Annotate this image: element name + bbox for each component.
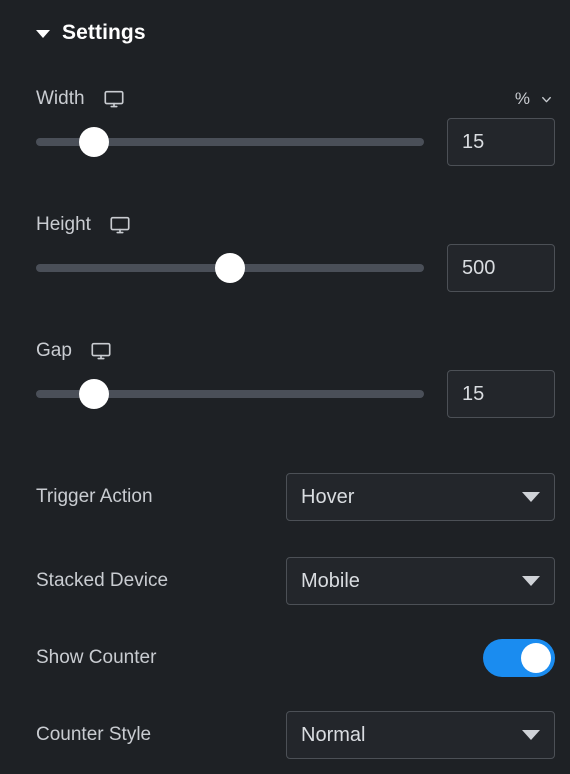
height-slider[interactable] [36,253,424,283]
desktop-monitor-icon[interactable] [90,340,112,362]
settings-panel: Settings Width % 15 Height 500 Gap 15 Tr… [0,0,570,774]
trigger-action-select[interactable]: Hover [286,473,555,521]
toggle-knob [521,643,551,673]
width-header: Width % [0,86,570,112]
gap-input[interactable]: 15 [447,370,555,418]
control-show-counter: Show Counter [0,636,570,680]
stacked-device-value: Mobile [301,569,360,592]
desktop-monitor-icon[interactable] [103,88,125,110]
gap-slider-row: 15 [0,364,570,424]
control-width: Width % 15 [0,86,570,172]
trigger-action-label: Trigger Action [36,486,153,507]
gap-slider[interactable] [36,379,424,409]
page-title: Settings [62,20,146,44]
width-slider[interactable] [36,127,424,157]
gap-slider-thumb[interactable] [79,379,110,409]
gap-label: Gap [36,340,72,361]
width-slider-thumb[interactable] [79,127,110,157]
trigger-action-value: Hover [301,485,355,508]
control-stacked-device: Stacked Device Mobile [0,557,570,605]
control-trigger-action: Trigger Action Hover [0,473,570,521]
settings-section-header[interactable]: Settings [0,0,570,52]
show-counter-label: Show Counter [36,647,157,668]
caret-down-icon [36,29,50,38]
stacked-device-label: Stacked Device [36,570,169,591]
caret-down-icon [522,492,540,502]
chevron-down-icon [539,92,554,107]
control-height: Height 500 [0,212,570,298]
width-unit-picker[interactable]: % [515,86,554,112]
stacked-device-select[interactable]: Mobile [286,557,555,605]
counter-style-value: Normal [301,723,366,746]
width-label: Width [36,88,85,109]
height-input[interactable]: 500 [447,244,555,292]
control-gap: Gap 15 [0,338,570,424]
caret-down-icon [522,576,540,586]
desktop-monitor-icon[interactable] [109,214,131,236]
height-slider-row: 500 [0,238,570,298]
width-input[interactable]: 15 [447,118,555,166]
counter-style-select[interactable]: Normal [286,711,555,759]
height-slider-thumb[interactable] [215,253,245,283]
width-unit-label: % [514,89,530,108]
control-counter-style: Counter Style Normal [0,711,570,759]
height-header: Height [0,212,570,238]
gap-header: Gap [0,338,570,364]
height-label: Height [36,214,91,235]
width-slider-row: 15 [0,112,570,172]
caret-down-icon [522,730,540,740]
show-counter-toggle[interactable] [483,639,555,677]
counter-style-label: Counter Style [36,724,152,745]
